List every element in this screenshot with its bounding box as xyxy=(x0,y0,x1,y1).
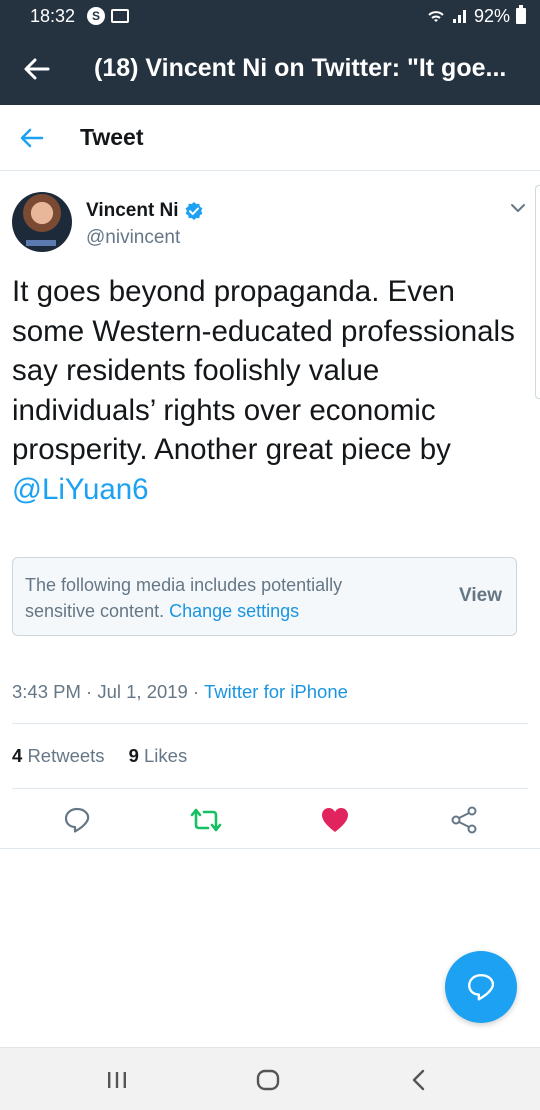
tweet-text: It goes beyond propaganda. Even some Wes… xyxy=(12,272,522,509)
divider xyxy=(12,788,528,789)
page-title: (18) Vincent Ni on Twitter: "It goe... xyxy=(94,54,507,82)
divider xyxy=(12,723,528,724)
tweet-stats: 4 Retweets 9 Likes xyxy=(12,745,187,767)
retweets-count: 4 xyxy=(12,745,23,766)
system-nav-bar xyxy=(0,1047,540,1110)
compose-reply-button[interactable] xyxy=(445,951,517,1023)
tweet-author: Vincent Ni @nivincent xyxy=(12,192,528,256)
recents-button[interactable] xyxy=(103,1066,131,1094)
status-bar: 18:32 S 92% xyxy=(0,0,540,32)
tweet-timestamp: 3:43 PM · Jul 1, 2019 · xyxy=(12,681,204,702)
retweets-stat[interactable]: 4 Retweets xyxy=(12,745,105,767)
home-icon xyxy=(256,1069,280,1091)
tweet-source-link[interactable]: Twitter for iPhone xyxy=(204,681,348,702)
author-name-row[interactable]: Vincent Ni xyxy=(86,200,204,222)
status-time: 18:32 xyxy=(30,5,76,26)
like-button[interactable] xyxy=(315,800,355,840)
avatar[interactable] xyxy=(12,192,72,252)
tweet-header-title: Tweet xyxy=(80,124,144,150)
tweet-meta: 3:43 PM · Jul 1, 2019 · Twitter for iPho… xyxy=(12,681,348,703)
likes-label: Likes xyxy=(144,745,188,766)
retweet-icon xyxy=(190,808,222,832)
view-media-button[interactable]: View xyxy=(459,585,502,607)
scrollbar[interactable] xyxy=(535,185,540,399)
likes-count: 9 xyxy=(128,745,139,766)
share-icon xyxy=(451,806,477,834)
change-settings-link[interactable]: Change settings xyxy=(169,601,299,621)
tweet-actions xyxy=(0,800,540,840)
wifi-icon xyxy=(428,11,444,22)
chevron-down-icon[interactable] xyxy=(508,198,528,218)
arrow-left-icon xyxy=(24,58,50,79)
retweet-button[interactable] xyxy=(186,800,226,840)
likes-stat[interactable]: 9 Likes xyxy=(129,745,188,767)
author-handle[interactable]: @nivincent xyxy=(86,227,180,249)
reply-icon xyxy=(468,974,495,1001)
divider xyxy=(0,848,540,849)
mail-icon xyxy=(111,9,130,23)
tweet-body: It goes beyond propaganda. Even some Wes… xyxy=(12,275,515,466)
sensitive-message: The following media includes potentially… xyxy=(25,572,405,624)
chevron-left-icon xyxy=(412,1069,425,1091)
home-button[interactable] xyxy=(254,1066,282,1094)
heart-icon xyxy=(322,808,348,832)
arrow-left-icon xyxy=(20,128,44,147)
battery-icon xyxy=(516,5,526,24)
mention-link[interactable]: @LiYuan6 xyxy=(12,473,149,506)
tweet-header: Tweet xyxy=(0,105,540,171)
tweet-back-button[interactable] xyxy=(0,105,64,171)
reply-button[interactable] xyxy=(57,800,97,840)
recents-icon xyxy=(108,1072,126,1088)
verified-badge-icon xyxy=(185,202,202,220)
sensitive-media-warning: The following media includes potentially… xyxy=(12,557,517,636)
author-name: Vincent Ni xyxy=(86,200,179,221)
retweets-label: Retweets xyxy=(27,745,105,766)
skype-icon: S xyxy=(87,7,106,25)
signal-icon xyxy=(452,10,466,23)
reply-icon xyxy=(64,807,90,833)
app-back-button[interactable] xyxy=(0,32,74,105)
system-back-button[interactable] xyxy=(405,1066,433,1094)
share-button[interactable] xyxy=(444,800,484,840)
battery-percent: 92% xyxy=(473,5,510,26)
browser-app-bar: (18) Vincent Ni on Twitter: "It goe... xyxy=(0,32,540,105)
